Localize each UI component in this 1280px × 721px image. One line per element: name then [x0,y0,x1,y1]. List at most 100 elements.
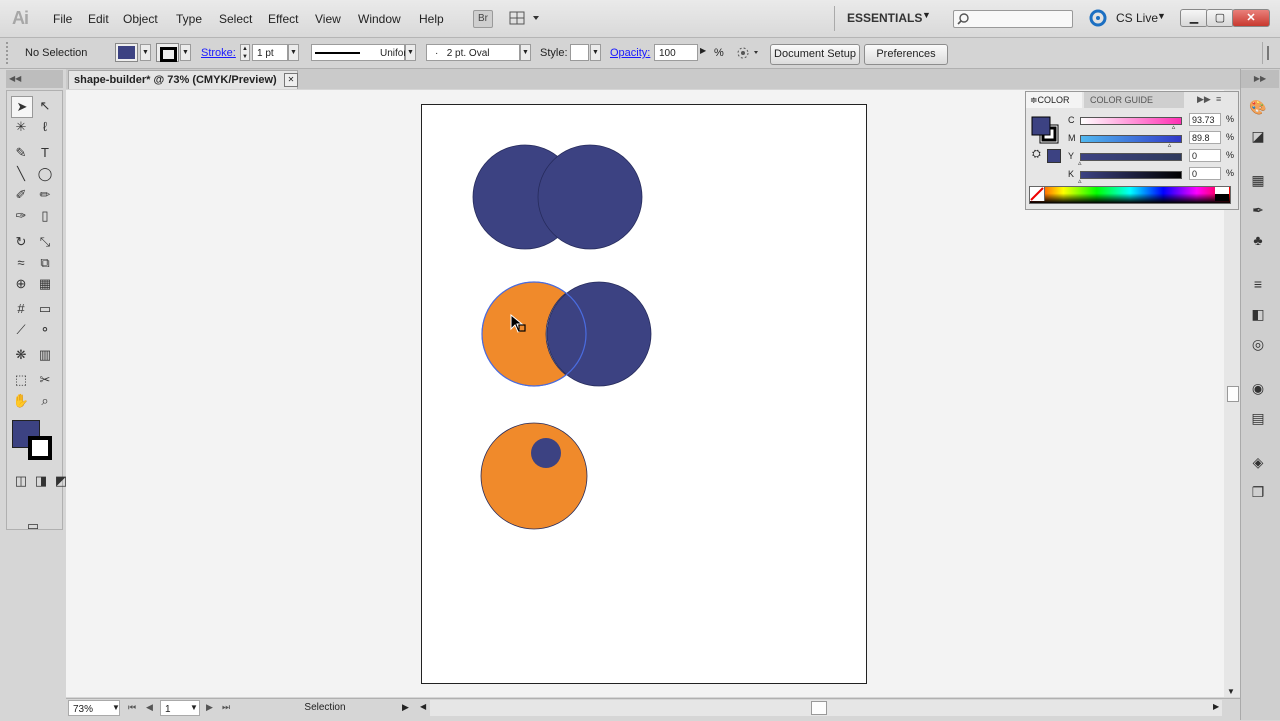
opacity-arrow-icon[interactable]: ▶ [700,46,706,55]
scroll-down-arrow[interactable]: ▼ [1227,687,1235,696]
slice-tool-icon[interactable]: ✂ [35,370,55,390]
dock-expand-icon[interactable]: ▶▶ [1241,70,1279,88]
prev-page-button[interactable]: ◀ [146,702,153,713]
channel-thumb-y[interactable]: ▵ [1078,159,1082,167]
control-bar-grip[interactable] [6,42,10,64]
fill-dropdown[interactable]: ▼ [140,44,151,61]
color-spectrum[interactable] [1029,186,1231,204]
symbol-sprayer-tool-icon[interactable]: ❋ [11,345,31,365]
channel-slider-y[interactable] [1080,153,1182,161]
bridge-button[interactable]: Br [473,10,493,28]
arrange-documents-button[interactable] [509,10,541,26]
perspective-grid-tool-icon[interactable]: ▦ [35,274,55,294]
direct-selection-tool-icon[interactable]: ↖ [35,96,55,116]
panel-collapse-icon[interactable]: ▶▶ [1197,94,1211,105]
scroll-right-arrow[interactable]: ▶ [1213,702,1219,711]
scroll-left-arrow[interactable]: ◀ [420,702,426,711]
channel-value-m[interactable]: 89.8 [1189,131,1221,144]
shape-circle-small[interactable] [531,438,561,468]
draw-behind-mode-icon[interactable]: ◨ [31,471,51,491]
black-swatch[interactable] [1215,194,1229,201]
white-swatch[interactable] [1215,187,1229,194]
channel-thumb-c[interactable]: ▵ [1172,123,1176,131]
last-page-button[interactable]: ⏭ [222,702,230,713]
color-guide-icon[interactable]: ◪ [1248,128,1268,146]
brush-field[interactable]: · 2 pt. Oval [426,44,520,61]
blob-brush-tool-icon[interactable]: ✑ [11,206,31,226]
stroke-panel-icon[interactable]: ≡ [1248,276,1268,294]
horizontal-scroll-thumb[interactable] [811,701,827,715]
brush-dropdown[interactable]: ▼ [520,44,531,61]
layers-panel-icon[interactable]: ◈ [1248,454,1268,472]
channel-slider-m[interactable] [1080,135,1182,143]
menu-help[interactable]: Help [419,12,444,26]
pen-tool-icon[interactable]: ✎ [11,143,31,163]
channel-thumb-k[interactable]: ▵ [1078,177,1082,185]
preferences-button[interactable]: Preferences [864,44,948,65]
stroke-weight-field[interactable]: 1 pt [252,44,288,61]
shape-builder-tool-icon[interactable]: ⊕ [11,274,31,294]
vertical-scroll-thumb[interactable] [1227,386,1239,402]
paintbrush-tool-icon[interactable]: ✐ [11,185,31,205]
selection-tool-icon[interactable]: ➤ [11,96,33,118]
cs-live-menu[interactable]: CS Live [1116,11,1158,25]
stroke-label-link[interactable]: Stroke: [201,47,236,59]
blend-tool-icon[interactable]: ⚬ [35,320,55,340]
workspace-switcher[interactable]: ESSENTIALS [847,11,922,25]
document-tab[interactable]: shape-builder* @ 73% (CMYK/Preview) [68,70,298,89]
opacity-label-link[interactable]: Opacity: [610,47,650,59]
free-transform-tool-icon[interactable]: ⧉ [35,253,55,273]
stroke-profile-dropdown[interactable]: ▼ [405,44,416,61]
menu-effect[interactable]: Effect [268,12,298,26]
search-input[interactable] [953,10,1073,28]
channel-thumb-m[interactable]: ▵ [1168,141,1172,149]
cs-live-dropdown-icon[interactable]: ▼ [1157,11,1166,21]
recolor-artwork-button[interactable] [734,44,760,61]
swatches-icon[interactable]: ▦ [1248,172,1268,190]
transparency-panel-icon[interactable]: ◎ [1248,336,1268,354]
tab-color[interactable]: ≑COLOR [1026,92,1082,108]
tab-color-guide[interactable]: COLOR GUIDE [1084,92,1184,108]
pencil-tool-icon[interactable]: ✏ [35,185,55,205]
brushes-icon[interactable]: ✒ [1248,202,1268,220]
graphic-styles-icon[interactable]: ▤ [1248,410,1268,428]
channel-value-c[interactable]: 93.73 [1189,113,1221,126]
close-window-button[interactable]: ✕ [1232,9,1270,27]
channel-value-y[interactable]: 0 [1189,149,1221,162]
gradient-tool-icon[interactable]: ▭ [35,299,55,319]
zoom-dropdown-icon[interactable]: ▼ [112,703,120,712]
minimize-button[interactable]: ▁ [1180,9,1208,27]
style-dropdown[interactable]: ▼ [590,44,601,61]
menu-object[interactable]: Object [123,12,158,26]
none-swatch-icon[interactable] [1030,187,1045,201]
tools-stroke-swatch[interactable] [28,436,52,460]
out-of-gamut-icon[interactable]: ⛭ [1032,148,1041,161]
symbols-icon[interactable]: ♣ [1248,232,1268,250]
color-panel-icon[interactable]: 🎨 [1248,99,1268,117]
rotate-tool-icon[interactable]: ↻ [11,232,31,252]
eraser-tool-icon[interactable]: ▯ [35,206,55,226]
artboards-panel-icon[interactable]: ❐ [1248,484,1268,502]
artboard-tool-icon[interactable]: ⬚ [11,370,31,390]
shape-circle-orange[interactable] [480,422,588,530]
style-swatch[interactable] [570,44,589,61]
channel-slider-k[interactable] [1080,171,1182,179]
appearance-panel-icon[interactable]: ◉ [1248,380,1268,398]
page-dropdown-icon[interactable]: ▼ [190,703,198,712]
fill-swatch[interactable] [115,43,138,62]
status-mode[interactable]: Selection [240,700,410,716]
menu-type[interactable]: Type [176,12,202,26]
fill-stroke-indicator[interactable] [1031,115,1061,145]
channel-value-k[interactable]: 0 [1189,167,1221,180]
opacity-field[interactable]: 100 [654,44,698,61]
gradient-panel-icon[interactable]: ◧ [1248,306,1268,324]
eyedropper-tool-icon[interactable]: ⟋ [11,320,31,340]
lasso-tool-icon[interactable]: ℓ [35,117,55,137]
mesh-tool-icon[interactable]: # [11,299,31,319]
next-page-button[interactable]: ▶ [206,702,213,713]
channel-slider-c[interactable] [1080,117,1182,125]
menu-window[interactable]: Window [358,12,401,26]
draw-normal-mode-icon[interactable]: ◫ [11,471,31,491]
status-menu-arrow[interactable]: ▶ [402,702,409,713]
menu-edit[interactable]: Edit [88,12,109,26]
